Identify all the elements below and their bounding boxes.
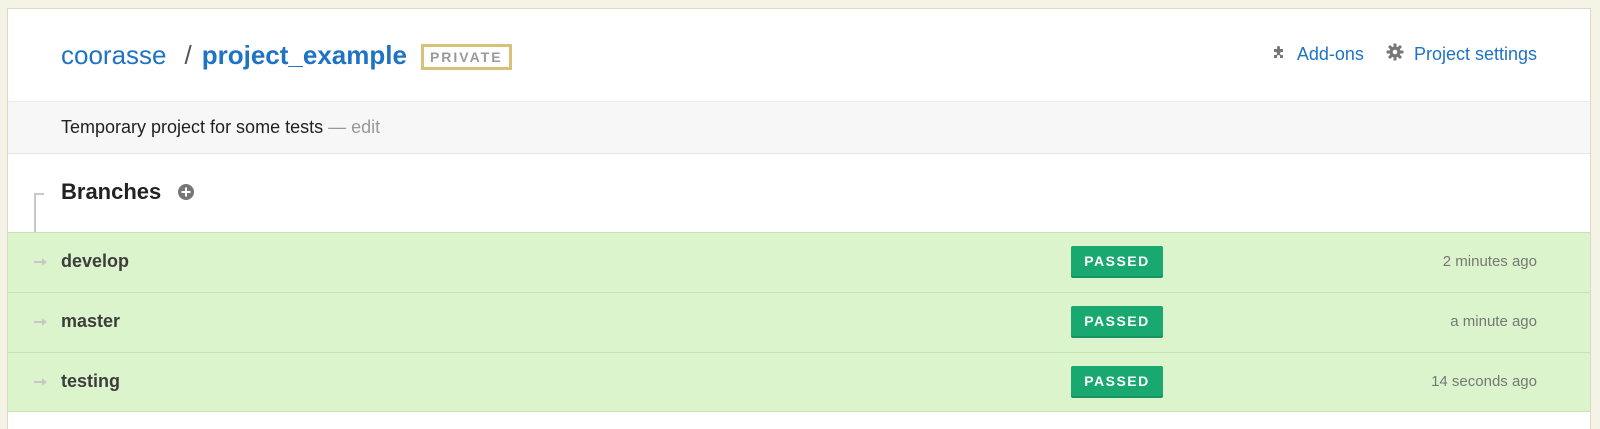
branch-name[interactable]: testing xyxy=(61,371,120,392)
branch-list: develop PASSED 2 minutes ago master PASS… xyxy=(8,232,1590,412)
private-badge: PRIVATE xyxy=(420,44,512,70)
branches-title: Branches xyxy=(61,179,162,204)
status-badge[interactable]: PASSED xyxy=(1071,246,1163,278)
project-description: Temporary project for some tests — edit xyxy=(61,117,380,138)
tree-arrow-icon xyxy=(42,378,47,386)
breadcrumb: coorasse / project_example PRIVATE xyxy=(61,39,512,71)
project-header: coorasse / project_example PRIVATE Add-o… xyxy=(8,9,1590,101)
puzzle-icon xyxy=(1271,44,1297,65)
edit-description-link[interactable]: — edit xyxy=(328,117,380,137)
branch-timestamp: 2 minutes ago xyxy=(1442,253,1537,270)
project-settings-link[interactable]: Project settings xyxy=(1386,43,1537,66)
project-settings-label: Project settings xyxy=(1413,44,1537,64)
add-ons-label: Add-ons xyxy=(1296,44,1364,64)
branch-timestamp: 14 seconds ago xyxy=(1431,373,1537,390)
header-links: Add-ons Project settings xyxy=(1249,43,1537,66)
description-text: Temporary project for some tests xyxy=(61,117,324,137)
status-badge[interactable]: PASSED xyxy=(1071,366,1163,398)
branch-name[interactable]: develop xyxy=(61,251,129,272)
branch-name[interactable]: master xyxy=(61,311,120,332)
branch-row[interactable]: master PASSED a minute ago xyxy=(8,292,1590,352)
add-ons-link[interactable]: Add-ons xyxy=(1271,44,1364,65)
description-bar: Temporary project for some tests — edit xyxy=(8,101,1590,154)
tree-arrow-icon xyxy=(42,318,47,326)
status-badge[interactable]: PASSED xyxy=(1071,306,1163,338)
gear-icon xyxy=(1386,43,1414,66)
project-card: coorasse / project_example PRIVATE Add-o… xyxy=(7,8,1591,429)
owner-link[interactable]: coorasse xyxy=(61,39,167,71)
branch-row[interactable]: develop PASSED 2 minutes ago xyxy=(8,232,1590,292)
branch-row[interactable]: testing PASSED 14 seconds ago xyxy=(8,352,1590,412)
breadcrumb-separator: / xyxy=(184,40,192,70)
tree-arrow-icon xyxy=(42,258,47,266)
project-name-link[interactable]: project_example xyxy=(202,39,407,71)
branch-timestamp: a minute ago xyxy=(1450,313,1537,330)
branches-heading: Branches xyxy=(61,179,195,205)
plus-circle-icon[interactable] xyxy=(177,183,195,201)
